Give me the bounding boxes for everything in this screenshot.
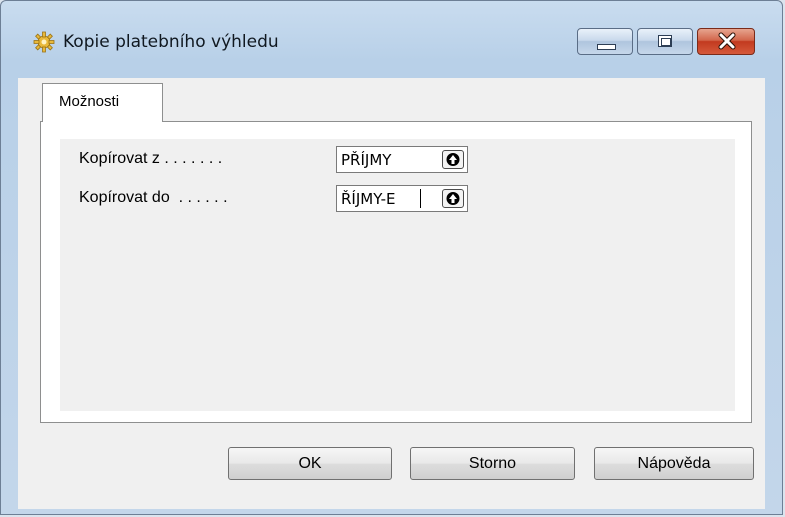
close-button[interactable] [697,28,755,55]
copy-from-label: Kopírovat z . . . . . . . [79,150,227,167]
minimize-icon [597,44,616,50]
options-panel: Kopírovat z . . . . . . . PŘÍJMY Kopírov… [60,139,735,411]
copy-from-lookup-button[interactable] [442,150,464,169]
tab-page: Kopírovat z . . . . . . . PŘÍJMY Kopírov… [40,121,752,423]
copy-to-field[interactable]: ŘÍJMY-E [336,185,468,212]
copy-to-label: Kopírovat do . . . . . . [79,189,232,206]
tab-moznosti[interactable]: Možnosti [42,83,163,122]
ok-button[interactable]: OK [228,447,392,480]
maximize-icon [658,35,672,47]
title-bar[interactable]: Kopie platebního výhledu [1,1,782,79]
help-button[interactable]: Nápověda [594,447,754,480]
window-title: Kopie platebního výhledu [63,32,279,52]
arrow-up-icon [446,192,460,205]
copy-to-value: ŘÍJMY-E [341,190,396,208]
tab-label: Možnosti [59,93,120,110]
cancel-button[interactable]: Storno [410,447,575,480]
close-icon [718,32,736,50]
minimize-button[interactable] [577,28,633,55]
maximize-button[interactable] [637,28,693,55]
arrow-up-icon [446,153,460,166]
copy-from-field[interactable]: PŘÍJMY [336,146,468,173]
text-cursor [420,189,421,208]
gear-icon [33,31,55,53]
copy-from-value: PŘÍJMY [341,151,392,169]
copy-to-lookup-button[interactable] [442,189,464,208]
